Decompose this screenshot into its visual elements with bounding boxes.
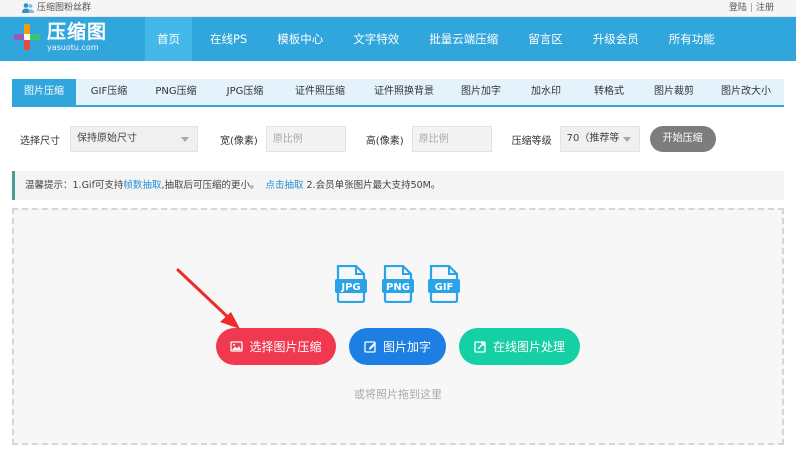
edit-icon bbox=[364, 341, 376, 353]
nav-batch-cloud[interactable]: 批量云端压缩 bbox=[417, 17, 510, 61]
tab-add-text[interactable]: 图片加字 bbox=[448, 79, 514, 105]
gif-label: GIF bbox=[435, 282, 454, 293]
gif-file-icon: GIF bbox=[428, 265, 460, 303]
tool-tabs: 图片压缩 GIF压缩 PNG压缩 JPG压缩 证件照压缩 证件照换背景 图片加字… bbox=[12, 79, 784, 107]
add-text-button[interactable]: 图片加字 bbox=[349, 328, 446, 365]
level-label: 压缩等级 bbox=[511, 135, 552, 147]
tab-crop[interactable]: 图片裁剪 bbox=[640, 79, 708, 105]
tab-convert-format[interactable]: 转格式 bbox=[578, 79, 640, 105]
tab-image-compress[interactable]: 图片压缩 bbox=[12, 79, 76, 105]
nav-message-board[interactable]: 留言区 bbox=[516, 17, 575, 61]
tip-suffix: 2.会员单张图片最大支持50M。 bbox=[303, 180, 441, 191]
fan-group-link[interactable]: 压缩图粉丝群 bbox=[22, 0, 91, 16]
nav-upgrade-vip[interactable]: 升级会员 bbox=[581, 17, 651, 61]
click-extract-link[interactable]: 点击抽取 bbox=[265, 180, 303, 191]
main-nav: 首页 在线PS 模板中心 文字特效 批量云端压缩 留言区 升级会员 所有功能 bbox=[145, 17, 733, 61]
tab-id-photo-compress[interactable]: 证件照压缩 bbox=[280, 79, 360, 105]
logo-domain: yasuotu.com bbox=[47, 43, 99, 52]
tab-resize[interactable]: 图片改大小 bbox=[708, 79, 784, 105]
site-header: 压缩图 yasuotu.com 首页 在线PS 模板中心 文字特效 批量云端压缩… bbox=[0, 17, 796, 61]
logo-title: 压缩图 bbox=[47, 21, 108, 43]
register-link[interactable]: 注册 bbox=[756, 3, 774, 13]
width-label: 宽(像素) bbox=[220, 135, 258, 147]
frame-extract-link[interactable]: 帧数抽取 bbox=[123, 180, 161, 191]
tab-jpg-compress[interactable]: JPG压缩 bbox=[210, 79, 280, 105]
tip-bar: 温馨提示：1.Gif可支持帧数抽取,抽取后可压缩的更小。 点击抽取 2.会员单张图… bbox=[12, 171, 784, 200]
png-file-icon: PNG bbox=[382, 265, 414, 303]
height-label: 高(像素) bbox=[365, 135, 404, 147]
tip-prefix: 温馨提示：1.Gif可支持 bbox=[25, 180, 124, 191]
jpg-file-icon: JPG bbox=[335, 265, 367, 303]
size-select-value: 保持原始尺寸 bbox=[77, 133, 137, 144]
fan-group-label: 压缩图粉丝群 bbox=[37, 3, 92, 13]
upload-dropzone[interactable]: JPG PNG GIF 选择图片压缩 图片加字 在线图片处理 或将照片拖到这里 bbox=[12, 208, 784, 445]
chevron-down-icon bbox=[622, 137, 631, 142]
tab-gif-compress[interactable]: GIF压缩 bbox=[76, 79, 142, 105]
online-edit-label: 在线图片处理 bbox=[492, 340, 565, 354]
nav-online-ps[interactable]: 在线PS bbox=[198, 17, 259, 61]
width-input[interactable] bbox=[265, 126, 346, 152]
red-arrow-icon bbox=[176, 268, 240, 329]
online-edit-button[interactable]: 在线图片处理 bbox=[459, 328, 580, 365]
site-logo[interactable]: 压缩图 yasuotu.com bbox=[12, 21, 107, 53]
external-link-icon bbox=[474, 341, 486, 353]
select-image-label: 选择图片压缩 bbox=[249, 340, 322, 354]
tab-id-photo-background[interactable]: 证件照换背景 bbox=[360, 79, 448, 105]
start-compress-button[interactable]: 开始压缩 bbox=[649, 126, 716, 152]
size-label: 选择尺寸 bbox=[20, 135, 60, 147]
nav-all-features[interactable]: 所有功能 bbox=[657, 17, 727, 61]
level-select-value: 70（推荐等 bbox=[566, 133, 620, 144]
png-label: PNG bbox=[386, 282, 410, 293]
image-icon bbox=[230, 341, 244, 352]
jpg-label: JPG bbox=[340, 282, 360, 293]
auth-links: 登陆 | 注册 bbox=[729, 0, 774, 16]
size-select[interactable]: 保持原始尺寸 bbox=[70, 126, 198, 152]
tab-watermark[interactable]: 加水印 bbox=[514, 79, 578, 105]
add-text-label: 图片加字 bbox=[382, 340, 431, 354]
nav-home[interactable]: 首页 bbox=[145, 17, 192, 61]
users-icon bbox=[22, 3, 34, 13]
compress-options: 选择尺寸 保持原始尺寸 宽(像素) 高(像素) 压缩等级 70（推荐等 开始压缩 bbox=[12, 126, 784, 152]
auth-separator: | bbox=[749, 3, 753, 13]
height-input[interactable] bbox=[411, 126, 492, 152]
tab-png-compress[interactable]: PNG压缩 bbox=[142, 79, 210, 105]
chevron-down-icon bbox=[181, 137, 189, 142]
logo-cross-icon bbox=[14, 24, 40, 50]
nav-templates[interactable]: 模板中心 bbox=[265, 17, 335, 61]
top-utility-bar: 压缩图粉丝群 登陆 | 注册 bbox=[0, 0, 796, 17]
tip-middle: ,抽取后可压缩的更小。 bbox=[161, 180, 260, 191]
nav-text-effects[interactable]: 文字特效 bbox=[341, 17, 411, 61]
login-link[interactable]: 登陆 bbox=[729, 3, 747, 13]
drop-hint: 或将照片拖到这里 bbox=[354, 388, 442, 401]
level-select[interactable]: 70（推荐等 bbox=[559, 126, 640, 152]
